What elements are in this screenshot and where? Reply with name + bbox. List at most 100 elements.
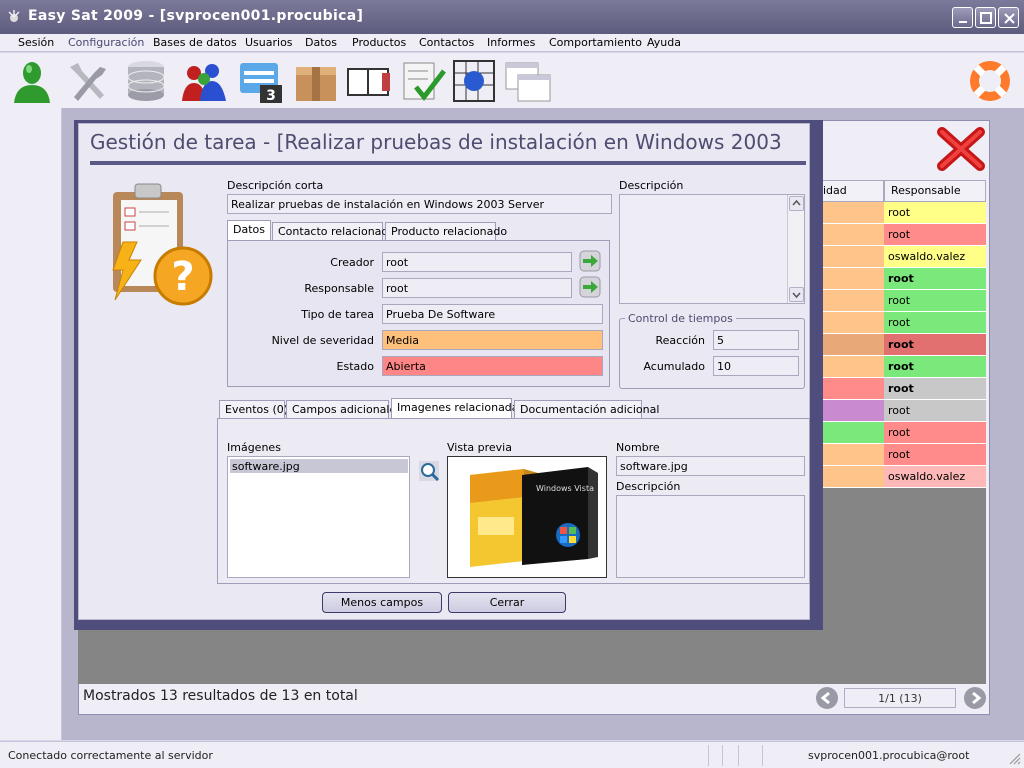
task-clipboard-icon: ? [112,183,213,306]
scroll-up-arrow[interactable] [789,196,804,211]
cerrar-button[interactable]: Cerrar [448,592,566,613]
grid-cell-responsable[interactable]: root [884,268,986,290]
imagenes-label: Imágenes [227,441,281,454]
imagenes-list[interactable]: software.jpg [227,456,410,578]
grid-cell-responsable[interactable]: root [884,444,986,466]
grid-cell-prioridad[interactable] [820,378,884,400]
grid-cell-responsable[interactable]: root [884,422,986,444]
grid-cell-prioridad[interactable] [820,400,884,422]
tab-imagenes-relacionadas[interactable]: Imagenes relacionadas [391,398,524,418]
tab-contacto-relacionado[interactable]: Contacto relacionado [272,222,395,240]
grid-cell-responsable[interactable]: oswaldo.valez [884,246,986,268]
user-icon[interactable] [8,57,56,105]
grid-cell-prioridad[interactable] [820,356,884,378]
image-list-item[interactable]: software.jpg [230,459,408,473]
menu-configuracion[interactable]: Configuración [68,36,144,49]
toolbar: 3 [0,53,1024,108]
users-group-icon[interactable] [180,57,228,105]
grid-cell-responsable[interactable]: root [884,290,986,312]
grid-cell-prioridad[interactable] [820,268,884,290]
grid-cell-prioridad[interactable] [820,202,884,224]
menu-ayuda[interactable]: Ayuda [647,36,681,49]
dialog-title-rule [90,161,806,165]
close-panel-icon[interactable] [936,126,986,172]
menu-productos[interactable]: Productos [352,36,406,49]
nivel-severidad-field[interactable]: Media [382,330,603,350]
menos-campos-button[interactable]: Menos campos [322,592,442,613]
status-divider [762,745,763,766]
grid-cell-responsable[interactable]: root [884,312,986,334]
tipo-tarea-label: Tipo de tarea [301,308,374,321]
estado-label: Estado [336,360,374,373]
tools-icon[interactable] [64,57,112,105]
grid-cell-prioridad[interactable] [820,224,884,246]
go-responsable-icon[interactable] [579,276,601,298]
lifebuoy-icon[interactable] [966,57,1014,105]
scroll-down-arrow[interactable] [789,287,804,302]
session-user: svprocen001.procubica@root [808,749,970,762]
creador-field[interactable]: root [382,252,572,272]
acumulado-field[interactable]: 10 [713,356,799,376]
estado-field[interactable]: Abierta [382,356,603,376]
tab-producto-relacionado[interactable]: Producto relacionado [385,222,507,240]
left-pane [0,108,62,740]
tab-datos[interactable]: Datos [227,220,271,240]
agenda-icon[interactable] [344,57,392,105]
grid-cell-responsable[interactable]: root [884,378,986,400]
app-icon [8,10,20,22]
grid-cell-prioridad[interactable] [820,466,884,488]
grid-cell-responsable[interactable]: oswaldo.valez [884,466,986,488]
menu-informes[interactable]: Informes [487,36,535,49]
description-textarea[interactable] [619,194,805,304]
short-desc-field[interactable]: Realizar pruebas de instalación en Windo… [227,194,612,214]
box-icon[interactable] [292,57,340,105]
resize-grip-icon[interactable] [1008,752,1022,766]
prev-page-button[interactable] [816,687,838,709]
grid-cell-responsable[interactable]: root [884,224,986,246]
description-label: Descripción [619,179,684,192]
grid-cell-prioridad[interactable] [820,334,884,356]
tab-eventos[interactable]: Eventos (0) [219,400,288,418]
menu-sesion[interactable]: Sesión [18,36,54,49]
grid-cell-prioridad[interactable] [820,246,884,268]
reaccion-label: Reacción [655,334,705,347]
go-creador-icon[interactable] [579,250,601,272]
grid-cell-prioridad[interactable] [820,444,884,466]
tab-documentacion-adicional[interactable]: Documentación adicional [514,400,659,418]
grid-cell-responsable[interactable]: root [884,334,986,356]
responsable-field[interactable]: root [382,278,572,298]
menu-comportamiento[interactable]: Comportamiento [549,36,642,49]
network-icon[interactable] [450,57,498,105]
description-scrollbar[interactable] [787,195,804,303]
tab-campos-adicionales[interactable]: Campos adicionales [286,400,402,418]
grid-cell-prioridad[interactable] [820,422,884,444]
grid-cell-responsable[interactable]: root [884,356,986,378]
windows-icon[interactable] [504,57,552,105]
menu-bases-de-datos[interactable]: Bases de datos [153,36,237,49]
responsable-label: Responsable [304,282,374,295]
minimize-button[interactable] [952,7,973,28]
nivel-severidad-label: Nivel de severidad [271,334,374,347]
grid-cell-responsable[interactable]: root [884,202,986,224]
menu-contactos[interactable]: Contactos [419,36,474,49]
checklist-icon[interactable] [398,57,446,105]
database-icon[interactable] [122,57,170,105]
grid-header-responsable[interactable]: Responsable [884,180,986,202]
next-page-button[interactable] [964,687,986,709]
control-tiempos-legend: Control de tiempos [625,312,736,325]
close-window-button[interactable] [998,7,1019,28]
reaccion-field[interactable]: 5 [713,330,799,350]
zoom-image-icon[interactable] [418,460,440,482]
menu-datos[interactable]: Datos [305,36,337,49]
menu-usuarios[interactable]: Usuarios [245,36,293,49]
calendar-icon[interactable]: 3 [236,57,284,105]
grid-header-prioridad[interactable]: idad [820,180,884,202]
descripcion-imagen-textarea[interactable] [616,495,805,578]
nombre-field[interactable]: software.jpg [616,456,805,476]
grid-cell-responsable[interactable]: root [884,400,986,422]
tipo-tarea-field[interactable]: Prueba De Software [382,304,603,324]
window-title: Easy Sat 2009 - [svprocen001.procubica] [28,8,364,24]
grid-cell-prioridad[interactable] [820,312,884,334]
maximize-button[interactable] [975,7,996,28]
grid-cell-prioridad[interactable] [820,290,884,312]
